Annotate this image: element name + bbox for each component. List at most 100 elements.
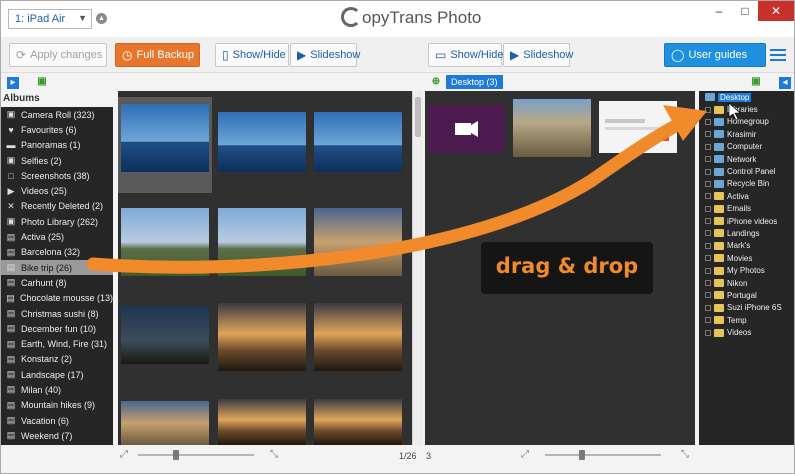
expand-box-icon[interactable] [705,255,711,262]
album-item[interactable]: ♥ Favourites (6) [1,122,113,137]
photo-thumbnail[interactable] [121,104,209,172]
expand-box-icon[interactable] [705,304,711,311]
album-item[interactable]: ▶ Videos (25) [1,183,113,198]
scrollbar-thumb[interactable] [415,97,421,137]
expand-box-icon[interactable] [705,143,711,150]
tree-node[interactable]: Activa [699,190,794,202]
photo-thumbnail[interactable] [314,208,402,276]
collapse-left-icon[interactable]: ▸ [7,77,19,89]
tree-node[interactable]: Movies [699,252,794,264]
shrink-icon[interactable]: ⤢ [521,449,529,460]
expand-box-icon[interactable] [705,242,711,249]
expand-box-icon[interactable] [705,317,711,324]
photo-thumbnail[interactable] [121,306,209,364]
expand-box-icon[interactable] [705,193,711,200]
photo-thumbnail[interactable] [121,401,209,445]
album-item[interactable]: ▤ December fun (10) [1,321,113,336]
add-folder-plus-icon[interactable]: ⊕ [430,76,442,88]
album-item[interactable]: ▣ Camera Roll (323) [1,107,113,122]
album-item[interactable]: ▤ Mountain hikes (9) [1,398,113,413]
tree-node[interactable]: My Photos [699,264,794,276]
album-item[interactable]: ▤ Landscape (17) [1,367,113,382]
expand-box-icon[interactable] [705,180,711,187]
zoom-slider-left[interactable] [138,454,254,456]
photo-thumbnail[interactable] [218,112,306,172]
expand-box-icon[interactable] [705,118,711,125]
album-item[interactable]: ▤ Chocolate mousse (13) [1,291,113,306]
photo-thumbnail[interactable] [218,208,306,276]
tree-node[interactable]: Emails [699,203,794,215]
slideshow-right-button[interactable]: ▶ Slideshow [503,43,573,67]
zoom-slider-left-knob[interactable] [173,450,179,460]
album-item[interactable]: ▤ Bike trip (26) [1,259,113,276]
album-item[interactable]: ▤ Weekend (7) [1,428,113,443]
menu-icon[interactable] [770,49,786,61]
tree-node[interactable]: Nikon [699,277,794,289]
expand-box-icon[interactable] [705,205,711,212]
photo-thumbnail[interactable] [314,303,402,371]
tree-node[interactable]: iPhone videos [699,215,794,227]
expand-box-icon[interactable] [705,131,711,138]
tree-node[interactable]: Mark's [699,240,794,252]
expand-box-icon[interactable] [705,218,711,225]
minimize-button[interactable]: – [706,1,732,21]
apply-changes-button[interactable]: ⟳ Apply changes [9,43,107,67]
photo-thumbnail[interactable] [121,208,209,276]
photo-thumbnail[interactable] [314,112,402,172]
album-item[interactable]: ✕ Recently Deleted (2) [1,199,113,214]
album-item[interactable]: ▤ Milan (40) [1,382,113,397]
album-item[interactable]: ▬ Panoramas (1) [1,138,113,153]
album-item[interactable]: ▤ Barcelona (32) [1,245,113,260]
photo-thumbnail[interactable] [314,399,402,445]
maximize-button[interactable]: □ [732,1,758,21]
new-folder-icon[interactable]: ▣ [750,76,762,88]
expand-box-icon[interactable] [705,106,711,113]
expand-icon[interactable]: ⤡ [270,449,278,460]
tree-node[interactable]: Suzi iPhone 6S [699,302,794,314]
album-item[interactable]: ▤ Activa (25) [1,229,113,244]
slideshow-left-button[interactable]: ▶ Slideshow [290,43,360,67]
tree-node[interactable]: Videos [699,326,794,338]
tree-node[interactable]: Desktop [699,91,794,103]
album-item[interactable]: ▣ Photo Library (262) [1,214,113,229]
expand-box-icon[interactable] [705,329,711,336]
expand-box-icon[interactable] [705,280,711,287]
eject-icon[interactable]: ▲ [96,13,107,24]
expand-box-icon[interactable] [705,267,711,274]
tree-node[interactable]: Recycle Bin [699,178,794,190]
shrink-icon[interactable]: ⤢ [120,449,128,460]
close-button[interactable]: ✕ [758,1,794,21]
tree-node[interactable]: Homegroup [699,116,794,128]
device-selector[interactable]: 1: iPad Air ▼ [8,9,92,29]
photo-grid-scrollbar[interactable] [412,91,423,445]
tree-node[interactable]: Temp [699,314,794,326]
show-hide-left-button[interactable]: ▯ Show/Hide [215,43,289,67]
expand-box-icon[interactable] [705,292,711,299]
expand-box-icon[interactable] [705,230,711,237]
album-item[interactable]: ▤ Carhunt (8) [1,275,113,290]
photo-thumbnail[interactable] [513,99,591,157]
album-item[interactable]: □ Screenshots (38) [1,168,113,183]
full-backup-button[interactable]: ◷ Full Backup [115,43,200,67]
expand-box-icon[interactable] [705,156,711,163]
zoom-slider-right[interactable] [545,454,661,456]
album-item[interactable]: ▤ Konstanz (2) [1,352,113,367]
tree-node[interactable]: Libraries [699,103,794,115]
collapse-right-icon[interactable]: ◂ [779,77,791,89]
photo-thumbnail[interactable] [218,399,306,445]
tree-node[interactable]: Landings [699,227,794,239]
album-item[interactable]: ▤ Vacation (6) [1,413,113,428]
expand-box-icon[interactable] [705,168,711,175]
tab-desktop[interactable]: Desktop (3) [446,75,503,89]
user-guides-button[interactable]: ◯ User guides [664,43,766,67]
expand-icon[interactable]: ⤡ [681,449,689,460]
album-item[interactable]: ▤ Earth, Wind, Fire (31) [1,336,113,351]
tree-node[interactable]: Network [699,153,794,165]
tree-node[interactable]: Control Panel [699,165,794,177]
tree-node[interactable]: Computer [699,141,794,153]
photo-thumbnail[interactable] [218,303,306,371]
new-album-icon[interactable]: ▣ [36,76,48,88]
show-hide-right-button[interactable]: ▭ Show/Hide [428,43,504,67]
album-item[interactable]: ▤ Christmas sushi (8) [1,306,113,321]
tree-node[interactable]: Portugal [699,289,794,301]
